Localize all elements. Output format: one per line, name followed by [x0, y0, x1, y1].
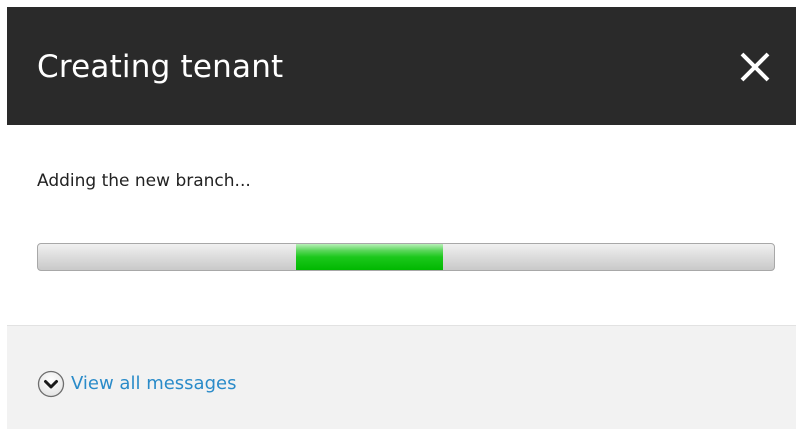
dialog-title-bar: Creating tenant [7, 7, 796, 125]
status-message: Adding the new branch... [37, 171, 251, 191]
dialog-footer: View all messages [7, 325, 796, 429]
close-button[interactable] [734, 46, 776, 88]
dialog-title: Creating tenant [37, 49, 284, 85]
progress-bar-fill [295, 244, 443, 270]
progress-bar [37, 243, 775, 271]
close-icon [740, 52, 770, 82]
dialog-content: Adding the new branch... [7, 125, 796, 325]
chevron-down-circle-icon [37, 370, 65, 398]
creating-tenant-dialog: Creating tenant Adding the new branch... [7, 7, 796, 429]
view-all-messages-label: View all messages [71, 373, 237, 394]
view-all-messages-link[interactable]: View all messages [37, 370, 236, 398]
